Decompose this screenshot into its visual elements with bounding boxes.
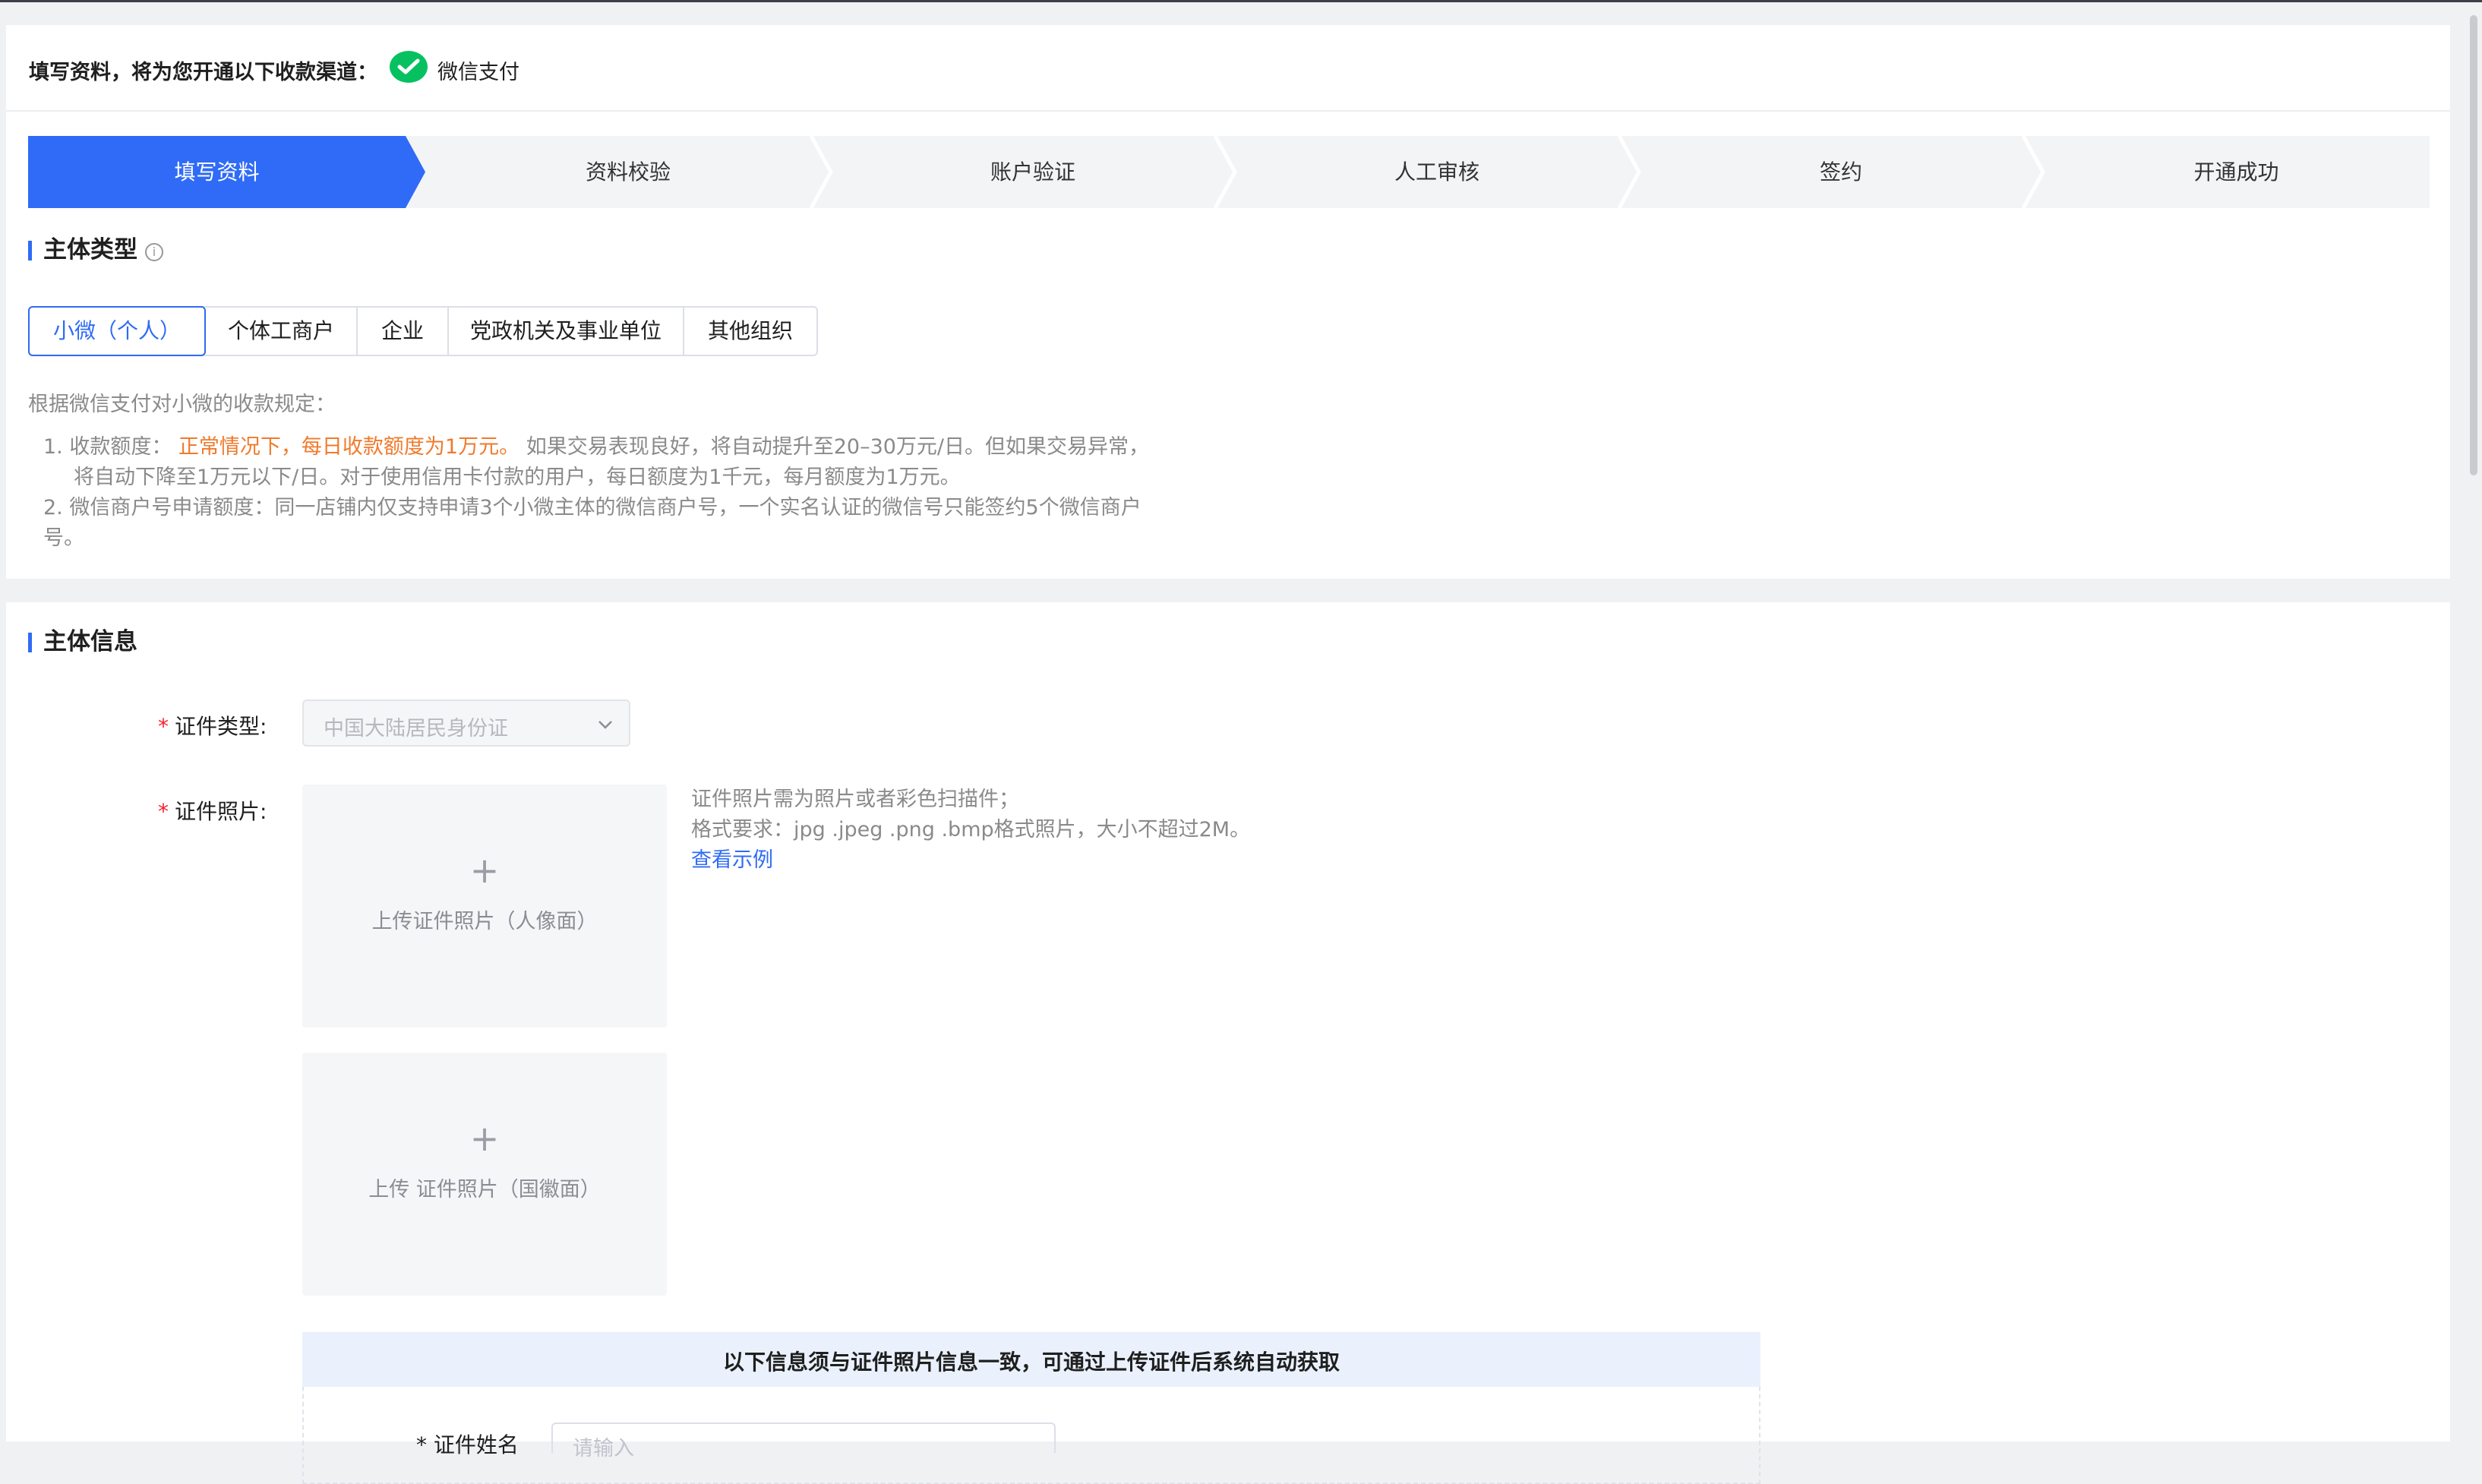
tab-individual-business[interactable]: 个体工商户	[206, 308, 358, 355]
info-icon[interactable]: i	[145, 243, 163, 261]
id-type-label-text: 证件类型:	[175, 714, 267, 739]
rules-intro: 根据微信支付对小微的收款规定：	[28, 393, 336, 416]
step-sign: 签约	[1819, 159, 1862, 185]
hint-line-1: 证件照片需为照片或者彩色扫描件；	[691, 788, 1019, 811]
id-type-value: 中国大陆居民身份证	[324, 717, 508, 740]
rule-1-prefix: 1. 收款额度：	[43, 435, 172, 459]
hint-line-2: 格式要求：jpg .jpeg .png .bmp格式照片，大小不超过2M。	[691, 818, 1251, 841]
rule-2-line1: 2. 微信商户号申请额度：同一店铺内仅支持申请3个小微主体的微信商户号，一个实名…	[43, 496, 1142, 519]
subject-info-panel: 主体信息 * 证件类型: 中国大陆居民身份证 * 证件照片: + 上传证件照片（人像…	[6, 602, 2450, 1484]
window-top-border	[0, 0, 2482, 2]
scrollbar[interactable]	[2470, 15, 2477, 475]
upload-back-photo[interactable]: + 上传 证件照片（国徽面）	[302, 1053, 667, 1296]
rule-1-highlight: 正常情况下，每日收款额度为1万元。	[178, 435, 520, 459]
plus-icon: +	[469, 850, 500, 891]
subject-type-title-text: 主体类型	[43, 236, 137, 264]
id-photo-label: * 证件照片:	[158, 799, 267, 824]
upload-front-photo[interactable]: + 上传证件照片（人像面）	[302, 785, 667, 1028]
step-success: 开通成功	[2193, 159, 2279, 185]
rule-item-1: 1. 收款额度： 正常情况下，每日收款额度为1万元。 如果交易表现良好，将自动提…	[28, 432, 1213, 463]
rule-1-rest: 如果交易表现良好，将自动提升至20–30万元/日。但如果交易异常，	[526, 435, 1150, 459]
photo-hint: 证件照片需为照片或者彩色扫描件； 格式要求：jpg .jpeg .png .bm…	[691, 785, 1250, 876]
notice-text: 以下信息须与证件照片信息一致，可通过上传证件后系统自动获取	[722, 1350, 1340, 1375]
subject-type-title: 主体类型 i	[28, 236, 163, 264]
rules-text: 根据微信支付对小微的收款规定： 1. 收款额度： 正常情况下，每日收款额度为1万…	[28, 390, 1213, 554]
id-type-label: * 证件类型:	[158, 714, 267, 739]
application-panel: 填写资料，将为您开通以下收款渠道： 微信支付 填写资料 资料校验 账户验证 人工…	[6, 25, 2450, 579]
wechat-pay-icon	[390, 51, 428, 83]
tab-enterprise[interactable]: 企业	[358, 308, 449, 355]
step-fill-info: 填写资料	[174, 159, 260, 185]
subject-type-selector: 小微（个人） 个体工商户 企业 党政机关及事业单位 其他组织	[28, 306, 818, 356]
id-name-input[interactable]: 请输入	[551, 1422, 1056, 1460]
rule-1-line2: 将自动下降至1万元以下/日。对于使用信用卡付款的用户，每日额度为1千元，每月额度…	[74, 466, 961, 489]
id-type-select[interactable]: 中国大陆居民身份证	[302, 699, 630, 747]
upload-front-label: 上传证件照片（人像面）	[371, 910, 598, 933]
plus-icon: +	[469, 1118, 500, 1159]
step-manual-review: 人工审核	[1394, 159, 1479, 185]
channel-name: 微信支付	[437, 61, 519, 84]
rule-2-line2: 号。	[43, 526, 84, 550]
step-verify-info: 资料校验	[585, 159, 671, 185]
tab-micro-individual[interactable]: 小微（个人）	[28, 306, 206, 356]
id-name-label: * 证件姓名	[416, 1432, 519, 1457]
channel-header: 填写资料，将为您开通以下收款渠道： 微信支付	[6, 25, 2450, 112]
upload-back-label: 上传 证件照片（国徽面）	[368, 1178, 601, 1201]
header-text: 填写资料，将为您开通以下收款渠道：	[29, 61, 377, 84]
id-name-placeholder: 请输入	[573, 1437, 634, 1460]
tab-other-org[interactable]: 其他组织	[684, 308, 816, 355]
tab-government[interactable]: 党政机关及事业单位	[449, 308, 684, 355]
chevron-down-icon	[598, 721, 612, 729]
id-info-notice: 以下信息须与证件照片信息一致，可通过上传证件后系统自动获取	[302, 1332, 1760, 1387]
step-account-verify: 账户验证	[990, 159, 1075, 185]
id-photo-label-text: 证件照片:	[175, 799, 267, 824]
view-example-link[interactable]: 查看示例	[691, 845, 1250, 876]
progress-steps: 填写资料 资料校验 账户验证 人工审核 签约 开通成功	[28, 136, 2430, 208]
subject-info-title: 主体信息	[28, 628, 137, 655]
